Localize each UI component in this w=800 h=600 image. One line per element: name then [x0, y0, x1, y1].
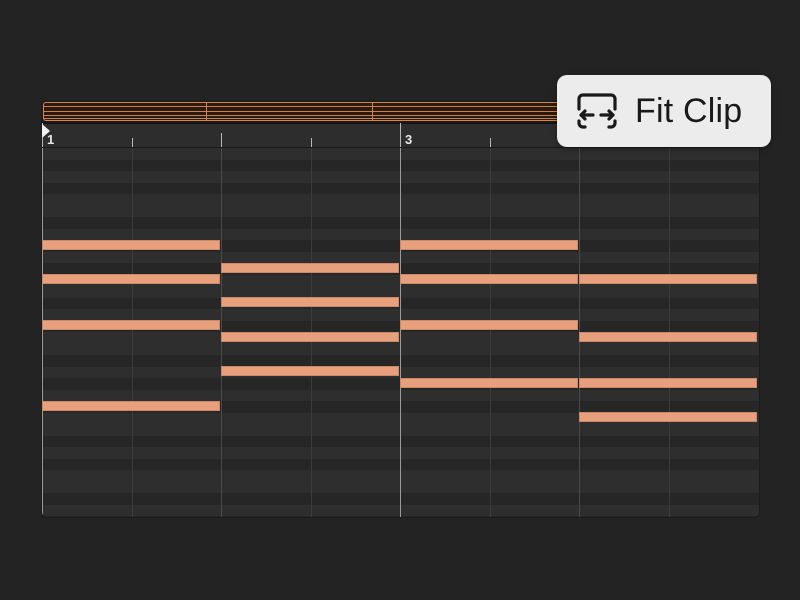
overview-note-line — [44, 106, 602, 107]
overview-note-line — [44, 111, 602, 112]
bar-gridline — [42, 148, 43, 517]
overview-note-line — [44, 118, 602, 119]
beat-gridline — [490, 148, 491, 517]
midi-note[interactable] — [221, 366, 399, 376]
fit-clip-icon — [577, 93, 617, 129]
midi-note[interactable] — [42, 240, 220, 250]
ruler-tick — [132, 138, 133, 147]
midi-note[interactable] — [400, 378, 578, 388]
ruler-tick — [221, 133, 222, 147]
piano-roll-editor: 1 3 — [42, 101, 759, 517]
midi-note[interactable] — [221, 297, 399, 307]
midi-note[interactable] — [400, 320, 578, 330]
overview-divider — [372, 103, 373, 120]
overview-note-line — [44, 115, 602, 116]
midi-note[interactable] — [42, 401, 220, 411]
ruler-tick — [490, 138, 491, 147]
clip-overview-region[interactable] — [43, 102, 603, 121]
ruler-tick — [311, 138, 312, 147]
midi-note[interactable] — [579, 378, 757, 388]
midi-note[interactable] — [400, 274, 578, 284]
overview-divider — [206, 103, 207, 120]
note-grid[interactable] — [42, 148, 759, 517]
ruler-label-bar-3: 3 — [405, 132, 413, 147]
midi-note[interactable] — [579, 412, 757, 422]
beat-gridline — [132, 148, 133, 517]
ruler-tick — [400, 123, 401, 147]
midi-note[interactable] — [400, 240, 578, 250]
fit-clip-button[interactable]: Fit Clip — [557, 75, 771, 147]
midi-note[interactable] — [42, 320, 220, 330]
beat-gridline — [400, 148, 401, 517]
midi-note[interactable] — [579, 332, 757, 342]
midi-note[interactable] — [579, 274, 757, 284]
playhead-marker[interactable] — [42, 124, 50, 138]
midi-note[interactable] — [42, 274, 220, 284]
midi-note[interactable] — [221, 263, 399, 273]
fit-clip-label: Fit Clip — [635, 91, 743, 130]
midi-note[interactable] — [221, 332, 399, 342]
